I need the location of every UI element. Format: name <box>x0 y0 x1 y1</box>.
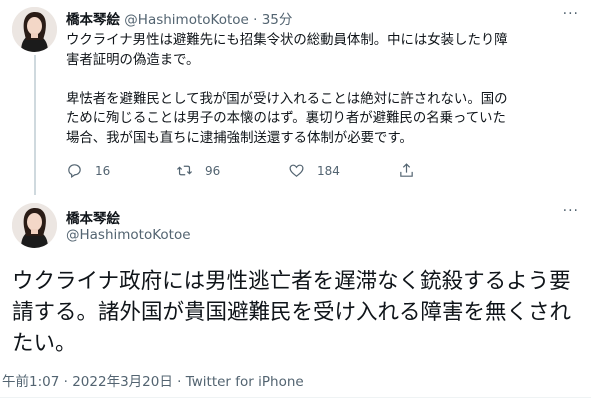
more-icon[interactable]: ··· <box>563 203 579 219</box>
reply-button[interactable]: 16 <box>66 162 110 179</box>
author-handle[interactable]: @HashimotoKotoe <box>124 12 249 28</box>
tweet-timestamp[interactable]: 35分 <box>262 12 293 28</box>
tweet-source[interactable]: Twitter for iPhone <box>186 374 304 390</box>
separator-dot: · <box>177 374 182 390</box>
author-name[interactable]: 橋本琴絵 <box>66 12 120 28</box>
tweet-date[interactable]: 2022年3月20日 <box>72 374 173 390</box>
retweet-button[interactable]: 96 <box>176 162 220 179</box>
tweet-text: ウクライナ政府には男性逃亡者を遅滞なく銃殺するよう要請する。諸外国が貴国避難民を… <box>12 269 572 356</box>
separator-dot: · <box>63 374 68 390</box>
avatar[interactable] <box>12 7 57 52</box>
retweet-icon <box>176 165 193 176</box>
like-count: 184 <box>317 163 340 178</box>
tweet-header: 橋本琴絵 @HashimotoKotoe · 35分 <box>66 8 292 28</box>
tweet-text: ウクライナ男性は避難先にも招集令状の総動員体制。中には女装したり障 害者証明の偽… <box>66 33 508 146</box>
more-icon[interactable]: ··· <box>563 6 579 22</box>
tweet-meta: 午前1:07 · 2022年3月20日 · Twitter for iPhone <box>2 370 304 390</box>
separator-dot: · <box>253 12 258 28</box>
heart-icon <box>289 164 304 177</box>
avatar-image <box>12 203 57 248</box>
retweet-count: 96 <box>205 163 221 178</box>
author-name[interactable]: 橋本琴絵 <box>66 207 120 227</box>
author-handle[interactable]: @HashimotoKotoe <box>66 227 191 243</box>
share-icon <box>400 163 413 177</box>
like-button[interactable]: 184 <box>288 162 340 179</box>
share-button[interactable] <box>398 162 415 179</box>
tweet-time[interactable]: 午前1:07 <box>2 374 59 390</box>
reply-icon <box>68 164 81 179</box>
tweet-actions: 16 96 184 <box>66 162 486 182</box>
divider <box>0 397 591 398</box>
reply-count: 16 <box>95 163 111 178</box>
thread-connector <box>34 55 36 195</box>
avatar-image <box>12 7 57 52</box>
avatar[interactable] <box>12 203 57 248</box>
